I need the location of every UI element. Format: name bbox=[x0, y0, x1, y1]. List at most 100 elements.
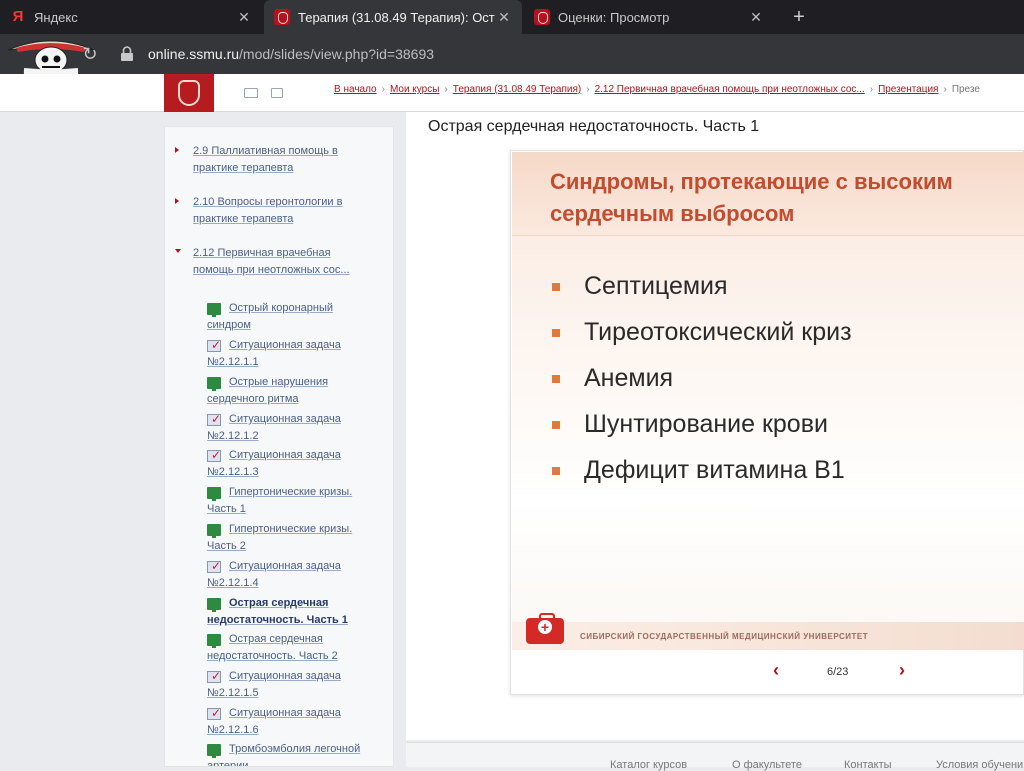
expand-arrow-icon[interactable] bbox=[175, 198, 179, 204]
quiz-icon bbox=[207, 447, 221, 464]
breadcrumb-course[interactable]: Терапия (31.08.49 Терапия) bbox=[453, 84, 581, 95]
new-tab-button[interactable]: + bbox=[786, 4, 812, 30]
browser-tab-strip: Я Яндекс ✕ Терапия (31.08.49 Терапия): О… bbox=[0, 0, 1024, 34]
nav-item[interactable]: Острые нарушения сердечного ритма bbox=[207, 374, 377, 408]
site-logo[interactable] bbox=[164, 74, 214, 112]
nav-item[interactable]: Ситуационная задача №2.12.1.6 bbox=[207, 705, 377, 739]
presentation-icon bbox=[207, 487, 221, 501]
previous-slide-button[interactable]: ‹ bbox=[766, 660, 786, 680]
presentation-icon bbox=[207, 524, 221, 538]
slide-bullet-text: Септицемия bbox=[584, 272, 728, 300]
presentation-icon bbox=[207, 634, 221, 648]
nav-item[interactable]: Ситуационная задача №2.12.1.2 bbox=[207, 411, 377, 445]
bullet-square-icon bbox=[552, 283, 560, 291]
nav-item[interactable]: Острая сердечная недостаточность. Часть … bbox=[207, 631, 377, 665]
site-footer: Каталог курсов О факультете Контакты Усл… bbox=[406, 742, 1024, 771]
breadcrumb-my-courses[interactable]: Мои курсы bbox=[390, 84, 440, 95]
nav-section-label: 2.10 Вопросы геронтологии в практике тер… bbox=[193, 196, 343, 225]
tab-course[interactable]: Терапия (31.08.49 Терапия): Ост ✕ bbox=[264, 0, 522, 34]
footer-link-contacts[interactable]: Контакты bbox=[844, 759, 892, 771]
quiz-icon bbox=[207, 411, 221, 428]
nav-item-label: Ситуационная задача №2.12.1.3 bbox=[207, 449, 341, 478]
footer-link-catalog[interactable]: Каталог курсов bbox=[610, 759, 687, 771]
reload-icon[interactable]: ↻ bbox=[80, 44, 100, 64]
nav-item[interactable]: Ситуационная задача №2.12.1.1 bbox=[207, 337, 377, 371]
nav-section-2-9[interactable]: 2.9 Паллиативная помощь в практике терап… bbox=[175, 143, 373, 177]
presentation-icon bbox=[207, 377, 221, 391]
university-crest-icon bbox=[274, 9, 290, 25]
url-field[interactable]: online.ssmu.ru/mod/slides/view.php?id=38… bbox=[148, 46, 434, 62]
page-title: Острая сердечная недостаточность. Часть … bbox=[428, 118, 760, 135]
nav-section-label: 2.12 Первичная врачебная помощь при неот… bbox=[193, 247, 350, 276]
nav-item-label: Ситуационная задача №2.12.1.5 bbox=[207, 670, 341, 699]
tab-title: Оценки: Просмотр bbox=[558, 9, 670, 25]
breadcrumb-section[interactable]: 2.12 Первичная врачебная помощь при неот… bbox=[595, 84, 865, 95]
quiz-icon bbox=[207, 558, 221, 575]
expand-arrow-icon[interactable] bbox=[175, 147, 179, 153]
nav-item-label: Ситуационная задача №2.12.1.2 bbox=[207, 413, 341, 442]
nav-item-current[interactable]: Острая сердечная недостаточность. Часть … bbox=[207, 595, 377, 629]
nav-item[interactable]: Гипертонические кризы. Часть 2 bbox=[207, 521, 377, 555]
slide-bullet: Тиреотоксический криз bbox=[552, 318, 1012, 364]
university-name: Сибирский государственный медицинский ун… bbox=[580, 632, 869, 641]
tab-grades[interactable]: Оценки: Просмотр ✕ bbox=[524, 0, 774, 34]
nav-item-label: Гипертонические кризы. Часть 2 bbox=[207, 523, 353, 552]
quiz-icon bbox=[207, 668, 221, 685]
close-icon[interactable]: ✕ bbox=[496, 9, 512, 26]
slide-bullet-text: Анемия bbox=[584, 364, 674, 392]
presentation-icon bbox=[207, 598, 221, 612]
presentation-icon bbox=[207, 303, 221, 317]
slide-bullet: Дефицит витамина B1 bbox=[552, 456, 1012, 502]
breadcrumb-current: Презе bbox=[951, 84, 980, 95]
slide-bullet: Шунтирование крови bbox=[552, 410, 1012, 456]
nav-item[interactable]: Ситуационная задача №2.12.1.5 bbox=[207, 668, 377, 702]
nav-item-label: Гипертонические кризы. Часть 1 bbox=[207, 486, 353, 515]
nav-item-label: Острая сердечная недостаточность. Часть … bbox=[207, 597, 348, 626]
close-icon[interactable]: ✕ bbox=[236, 9, 252, 26]
nav-item[interactable]: Тромбоэмболия легочной артерии bbox=[207, 741, 377, 766]
nav-item-label: Острые нарушения сердечного ритма bbox=[207, 376, 329, 405]
footer-link-about[interactable]: О факультете bbox=[732, 759, 802, 771]
breadcrumb-home[interactable]: В начало bbox=[334, 84, 377, 95]
nav-item-label: Ситуационная задача №2.12.1.6 bbox=[207, 707, 341, 736]
close-icon[interactable]: ✕ bbox=[748, 9, 764, 26]
slide-bullet-list: Септицемия Тиреотоксический криз Анемия … bbox=[552, 272, 1012, 502]
tab-title: Яндекс bbox=[34, 9, 78, 25]
slide-bullet-text: Шунтирование крови bbox=[584, 410, 828, 438]
slide-bullet: Анемия bbox=[552, 364, 1012, 410]
slide-bullet: Септицемия bbox=[552, 272, 1012, 318]
nav-section-2-10[interactable]: 2.10 Вопросы геронтологии в практике тер… bbox=[175, 194, 373, 228]
bullet-square-icon bbox=[552, 375, 560, 383]
lock-icon bbox=[121, 46, 133, 61]
nav-item[interactable]: Острый коронарный синдром bbox=[207, 300, 377, 334]
url-path: /mod/slides/view.php?id=38693 bbox=[239, 46, 435, 62]
slide-title: Синдромы, протекающие с высоким сердечны… bbox=[550, 169, 953, 226]
bullet-square-icon bbox=[552, 329, 560, 337]
bullet-square-icon bbox=[552, 421, 560, 429]
tab-yandex[interactable]: Я Яндекс ✕ bbox=[0, 0, 262, 34]
nav-section-2-12[interactable]: 2.12 Первичная врачебная помощь при неот… bbox=[175, 245, 373, 279]
breadcrumb-presentation[interactable]: Презентация bbox=[878, 84, 938, 95]
slide-header: Синдромы, протекающие с высоким сердечны… bbox=[512, 152, 1024, 236]
footer-link-terms[interactable]: Условия обучени bbox=[936, 759, 1023, 771]
slide-pager: ‹ 6/23 › bbox=[512, 654, 1024, 690]
nav-item-label: Острая сердечная недостаточность. Часть … bbox=[207, 633, 338, 662]
nav-section-label: 2.9 Паллиативная помощь в практике терап… bbox=[193, 145, 338, 174]
calendar-icon[interactable] bbox=[271, 88, 283, 98]
slide-bullet-text: Дефицит витамина B1 bbox=[584, 456, 845, 484]
nav-item-label: Ситуационная задача №2.12.1.4 bbox=[207, 560, 341, 589]
university-crest-icon bbox=[178, 80, 200, 106]
medical-kit-icon bbox=[526, 613, 564, 644]
presentation-icon bbox=[207, 744, 221, 758]
course-navigation: 2.9 Паллиативная помощь в практике терап… bbox=[164, 126, 394, 767]
nav-item[interactable]: Ситуационная задача №2.12.1.4 bbox=[207, 558, 377, 592]
mail-icon[interactable] bbox=[244, 88, 258, 98]
yandex-icon: Я bbox=[12, 8, 24, 25]
slide-bullet-text: Тиреотоксический криз bbox=[584, 318, 852, 346]
nav-item[interactable]: Ситуационная задача №2.12.1.3 bbox=[207, 447, 377, 481]
nav-item-label: Ситуационная задача №2.12.1.1 bbox=[207, 339, 341, 368]
nav-item-label: Острый коронарный синдром bbox=[207, 302, 334, 331]
nav-item[interactable]: Гипертонические кризы. Часть 1 bbox=[207, 484, 377, 518]
next-slide-button[interactable]: › bbox=[892, 660, 912, 680]
collapse-arrow-icon[interactable] bbox=[175, 249, 181, 253]
